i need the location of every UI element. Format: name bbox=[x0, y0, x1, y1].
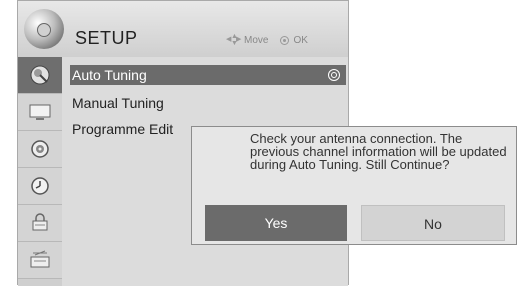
menu-item-label: Manual Tuning bbox=[72, 95, 164, 111]
menu-item-auto-tuning[interactable]: Auto Tuning bbox=[70, 65, 346, 85]
menu-item-label: Programme Edit bbox=[72, 121, 174, 137]
sidebar-item-time[interactable] bbox=[18, 168, 62, 205]
time-clock-icon bbox=[31, 177, 49, 195]
move-hint-label: Move bbox=[244, 34, 269, 46]
menu-item-manual-tuning[interactable]: Manual Tuning bbox=[70, 93, 346, 113]
dialog-message: Check your antenna connection. The previ… bbox=[250, 131, 507, 172]
sidebar-item-picture[interactable] bbox=[18, 94, 62, 131]
ok-button-icon bbox=[280, 35, 290, 45]
navigation-hint: ▲ ▼ ◀ ▶ Move OK bbox=[226, 33, 308, 47]
selected-radio-icon bbox=[328, 69, 340, 81]
sidebar-item-audio[interactable] bbox=[18, 131, 62, 168]
setup-satellite-logo-icon bbox=[24, 9, 64, 49]
menu-item-label: Auto Tuning bbox=[72, 67, 147, 83]
category-sidebar bbox=[18, 57, 62, 286]
lock-icon bbox=[32, 213, 48, 231]
menu-header: SETUP ▲ ▼ ◀ ▶ Move OK bbox=[18, 1, 348, 58]
confirm-dialog: Check your antenna connection. The previ… bbox=[191, 126, 517, 245]
yes-button[interactable]: Yes bbox=[205, 205, 347, 241]
setup-satellite-icon bbox=[30, 65, 50, 85]
no-button[interactable]: No bbox=[361, 205, 505, 241]
audio-icon bbox=[31, 140, 49, 158]
ok-hint-label: OK bbox=[293, 34, 308, 46]
sidebar-item-lock[interactable] bbox=[18, 205, 62, 242]
sidebar-item-setup[interactable] bbox=[18, 57, 62, 94]
page-title: SETUP bbox=[75, 28, 138, 48]
move-arrows-icon: ▲ ▼ ◀ ▶ bbox=[226, 33, 242, 47]
picture-icon bbox=[29, 104, 51, 120]
sidebar-item-input[interactable] bbox=[18, 242, 62, 279]
input-icon bbox=[30, 250, 50, 268]
